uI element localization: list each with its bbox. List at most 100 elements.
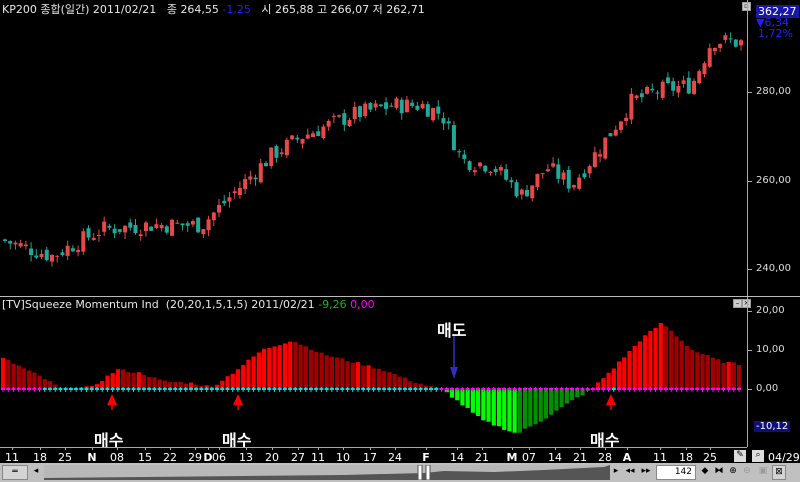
candle xyxy=(70,248,75,252)
zoom-in-icon[interactable]: ◆ xyxy=(698,465,712,480)
candle xyxy=(378,104,383,107)
squeeze-tick xyxy=(440,387,442,392)
rewind-button[interactable]: ◂◂ xyxy=(622,465,638,480)
squeeze-tick xyxy=(336,387,338,392)
tick xyxy=(747,389,752,390)
overview-scrollbar[interactable] xyxy=(44,465,610,480)
candle xyxy=(571,185,576,188)
squeeze-tick xyxy=(200,387,202,392)
candlestick-chart[interactable] xyxy=(0,0,746,296)
candle xyxy=(253,177,258,180)
squeeze-tick xyxy=(728,387,730,392)
squeeze-tick xyxy=(383,387,385,392)
edit-icon[interactable]: ✎ xyxy=(734,450,746,462)
candle xyxy=(540,173,545,175)
tick xyxy=(747,92,752,93)
disabled-icon[interactable]: ⊖ xyxy=(740,465,754,480)
candle xyxy=(436,106,441,114)
squeeze-tick xyxy=(153,387,155,392)
candle xyxy=(676,86,681,93)
squeeze-tick xyxy=(550,387,552,392)
candle xyxy=(415,105,420,110)
candle xyxy=(582,173,587,178)
candle xyxy=(300,139,305,144)
squeeze-tick xyxy=(722,387,724,392)
squeeze-tick xyxy=(477,387,479,392)
squeeze-tick xyxy=(378,387,380,392)
candle xyxy=(18,243,23,247)
momentum-bar xyxy=(110,373,115,389)
momentum-bar xyxy=(705,355,710,389)
candle xyxy=(170,219,175,236)
squeeze-tick xyxy=(80,387,82,392)
forward-button[interactable]: ▸▸ xyxy=(638,465,654,480)
momentum-bar xyxy=(643,335,648,389)
indicator-axis xyxy=(747,297,748,447)
squeeze-tick xyxy=(289,387,291,392)
crosshair-icon[interactable]: ⊕ xyxy=(726,465,740,480)
squeeze-tick xyxy=(399,387,401,392)
squeeze-tick xyxy=(347,387,349,392)
momentum-bar xyxy=(230,373,235,389)
buy-arrow-head xyxy=(606,394,616,405)
candle xyxy=(222,200,227,204)
candle xyxy=(368,103,373,110)
candle xyxy=(394,98,399,108)
candle xyxy=(44,249,49,261)
candle xyxy=(535,173,540,187)
squeeze-tick xyxy=(482,387,484,392)
squeeze-tick xyxy=(498,387,500,392)
tick xyxy=(747,311,752,312)
candle xyxy=(211,212,216,221)
squeeze-tick xyxy=(696,387,698,392)
sell-signal-label: 매도 xyxy=(437,321,467,340)
candle xyxy=(472,170,477,173)
settings-icon[interactable]: ▣ xyxy=(756,465,770,480)
candle xyxy=(498,166,503,171)
candle xyxy=(76,250,81,253)
squeeze-tick xyxy=(159,387,161,392)
momentum-bar xyxy=(303,346,308,389)
squeeze-tick xyxy=(2,387,4,392)
squeeze-tick xyxy=(300,387,302,392)
candle xyxy=(551,163,556,167)
scroll-left-button[interactable]: ◂ xyxy=(31,465,41,480)
squeeze-tick xyxy=(555,387,557,392)
momentum-bar xyxy=(606,372,611,389)
buy-arrow-head xyxy=(233,394,243,405)
momentum-bar xyxy=(486,389,491,422)
candle xyxy=(650,88,655,91)
candle xyxy=(707,48,712,67)
momentum-bar xyxy=(141,375,147,389)
close-chart-icon[interactable]: ⊠ xyxy=(772,465,786,480)
candle xyxy=(441,118,446,124)
scroll-grip[interactable]: ═ xyxy=(2,465,28,480)
momentum-bar xyxy=(272,346,277,389)
zoom-out-icon[interactable]: ⧓ xyxy=(712,465,726,480)
squeeze-tick xyxy=(409,387,411,392)
candle xyxy=(190,221,195,225)
candle xyxy=(467,161,472,171)
squeeze-tick xyxy=(12,387,14,392)
squeeze-tick xyxy=(461,387,463,392)
squeeze-tick xyxy=(534,387,536,392)
squeeze-tick xyxy=(540,387,542,392)
squeeze-tick xyxy=(587,387,589,392)
momentum-bar xyxy=(674,336,679,389)
squeeze-tick xyxy=(628,387,630,392)
momentum-bar xyxy=(16,365,21,389)
scroll-right-button[interactable]: ▸ xyxy=(611,465,621,480)
squeeze-tick xyxy=(367,387,369,392)
zoom-icon[interactable]: ⌕ xyxy=(752,450,764,462)
momentum-bar xyxy=(496,389,502,427)
candle xyxy=(23,244,28,247)
candle xyxy=(655,92,660,94)
squeeze-tick xyxy=(206,387,208,392)
momentum-histogram[interactable] xyxy=(0,297,746,447)
squeeze-tick xyxy=(268,387,270,392)
candle xyxy=(185,223,190,226)
squeeze-tick xyxy=(226,387,228,392)
candle xyxy=(175,222,180,224)
bar-count-input[interactable]: 142 xyxy=(656,465,696,480)
tick xyxy=(246,447,247,450)
